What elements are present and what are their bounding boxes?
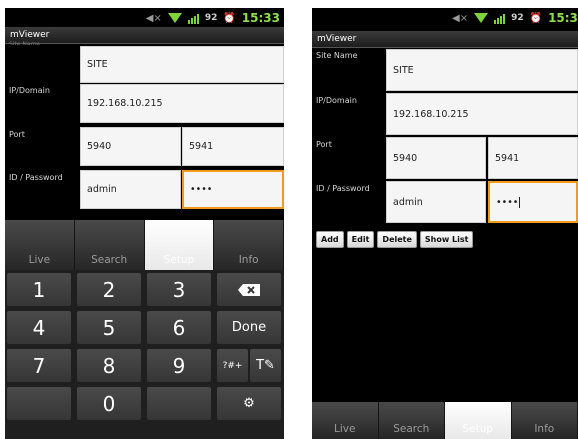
text-cursor: [519, 196, 521, 208]
port-field-2[interactable]: 5941: [488, 137, 578, 179]
ip-domain-field[interactable]: 192.168.10.215: [80, 84, 284, 123]
status-bar: ◀× 92 ⏰ 15:3: [312, 8, 578, 27]
action-buttons: Add Edit Delete Show List: [316, 231, 474, 248]
key-9[interactable]: 9: [147, 349, 211, 382]
signal-icon: [187, 13, 199, 24]
tab-bar: Live Search Setup Info: [312, 402, 578, 439]
mute-icon: ◀×: [145, 12, 162, 24]
tab-search[interactable]: Search: [74, 220, 145, 270]
phone-screen-keypad: ◀× 92 ⏰ 15:33 mViewer Site Name SITE IP/…: [5, 8, 284, 439]
key-2[interactable]: 2: [77, 273, 141, 306]
alarm-icon: ⏰: [223, 12, 236, 24]
phone-screen-setup: ◀× 92 ⏰ 15:3 mViewer Site Name SITE IP/D…: [312, 8, 578, 439]
numeric-keypad: 1 2 3 4 5 6 Done 7 8 9 ?#+ T✎ 0 ⚙: [5, 270, 284, 439]
id-field[interactable]: admin: [386, 181, 486, 223]
ip-domain-label: IP/Domain: [9, 86, 50, 95]
tab-setup[interactable]: Setup: [445, 402, 512, 439]
keyboard-settings-key[interactable]: ⚙: [217, 387, 281, 420]
site-name-label: Site Name: [316, 51, 358, 60]
battery-level: 92: [204, 13, 218, 23]
handwriting-icon: T✎: [256, 358, 275, 373]
handwriting-key[interactable]: T✎: [250, 349, 281, 382]
password-field[interactable]: ••••: [182, 170, 284, 209]
status-time: 15:3: [548, 11, 578, 25]
key-3[interactable]: 3: [147, 273, 211, 306]
key-blank-right[interactable]: [147, 387, 211, 420]
tab-bar: Live Search Setup Info: [5, 220, 284, 270]
signal-icon: [494, 13, 506, 24]
show-list-button[interactable]: Show List: [419, 231, 474, 248]
add-button[interactable]: Add: [316, 231, 344, 248]
id-password-label: ID / Password: [9, 173, 63, 182]
password-value: ••••: [496, 196, 519, 208]
backspace-icon: [238, 283, 260, 296]
port-label: Port: [316, 140, 332, 149]
key-7[interactable]: 7: [7, 349, 71, 382]
delete-button[interactable]: Delete: [377, 231, 417, 248]
ip-domain-field[interactable]: 192.168.10.215: [386, 93, 578, 135]
gear-icon: ⚙: [243, 396, 255, 411]
battery-level: 92: [511, 13, 524, 23]
id-password-label: ID / Password: [316, 184, 370, 193]
tab-live[interactable]: Live: [5, 220, 75, 270]
symbols-key[interactable]: ?#+: [217, 349, 248, 382]
key-1[interactable]: 1: [7, 273, 71, 306]
app-title: mViewer: [5, 27, 284, 44]
id-field[interactable]: admin: [80, 170, 181, 209]
done-key[interactable]: Done: [217, 311, 281, 344]
port-field-2[interactable]: 5941: [182, 127, 284, 166]
mute-icon: ◀×: [452, 12, 469, 24]
app-title: mViewer: [312, 31, 578, 48]
backspace-key[interactable]: [217, 273, 281, 306]
key-blank-left[interactable]: [7, 387, 71, 420]
port-field-1[interactable]: 5940: [386, 137, 486, 179]
site-name-field[interactable]: SITE: [80, 46, 284, 83]
site-name-field[interactable]: SITE: [386, 49, 578, 91]
wifi-icon: [474, 13, 489, 23]
port-label: Port: [9, 130, 25, 139]
tab-info[interactable]: Info: [214, 220, 284, 270]
password-field[interactable]: ••••: [488, 181, 578, 223]
status-bar: ◀× 92 ⏰ 15:33: [5, 8, 284, 27]
site-name-label: Site Name: [9, 41, 41, 45]
key-5[interactable]: 5: [77, 311, 141, 344]
port-field-1[interactable]: 5940: [80, 127, 181, 166]
edit-button[interactable]: Edit: [346, 231, 375, 248]
tab-search[interactable]: Search: [378, 402, 445, 439]
tab-setup[interactable]: Setup: [144, 220, 215, 270]
tab-live[interactable]: Live: [312, 402, 379, 439]
key-0[interactable]: 0: [77, 387, 141, 420]
alarm-icon: ⏰: [529, 12, 543, 24]
tab-info[interactable]: Info: [511, 402, 578, 439]
key-8[interactable]: 8: [77, 349, 141, 382]
status-time: 15:33: [241, 11, 280, 25]
key-4[interactable]: 4: [7, 311, 71, 344]
ip-domain-label: IP/Domain: [316, 96, 357, 105]
key-6[interactable]: 6: [147, 311, 211, 344]
wifi-icon: [167, 13, 182, 23]
